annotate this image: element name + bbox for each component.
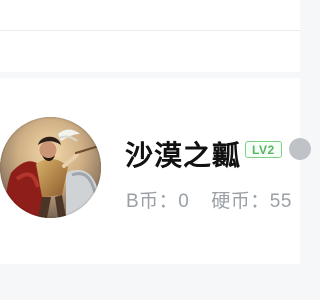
level-badge: LV2: [245, 141, 282, 158]
profile-card[interactable]: 沙漠之瓤 LV2 B币：0 硬币：55: [0, 78, 311, 264]
user-avatar[interactable]: [0, 117, 101, 218]
top-divider: [0, 30, 300, 31]
more-options-icon[interactable]: [289, 138, 311, 160]
hard-coin-label: 硬币：: [211, 191, 270, 212]
b-coin-value: 0: [178, 191, 190, 212]
coin-stats: B币：0 硬币：55: [126, 186, 292, 213]
username[interactable]: 沙漠之瓤: [125, 134, 241, 174]
b-coin-label: B币：: [126, 191, 179, 212]
hard-coin-value: 55: [269, 191, 292, 212]
top-bar: [0, 0, 300, 72]
avatar-image: [0, 117, 101, 218]
